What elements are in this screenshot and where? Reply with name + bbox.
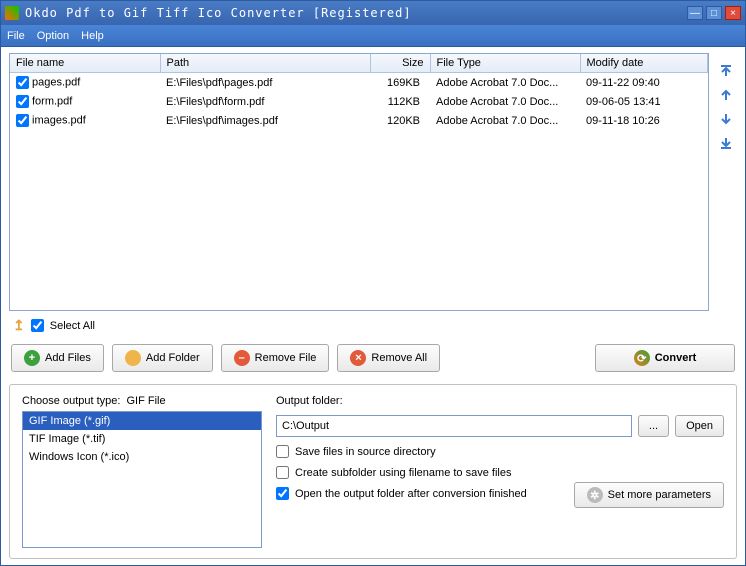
- output-type-list[interactable]: GIF Image (*.gif)TIF Image (*.tif)Window…: [22, 411, 262, 548]
- file-path: E:\Files\pdf\form.pdf: [160, 92, 370, 111]
- main-panel: File name Path Size File Type Modify dat…: [1, 47, 745, 565]
- folder-icon: [125, 350, 141, 366]
- row-checkbox[interactable]: [16, 95, 29, 108]
- col-filename[interactable]: File name: [10, 54, 160, 73]
- output-type-option[interactable]: TIF Image (*.tif): [23, 430, 261, 448]
- output-folder-column: Output folder: ... Open Save files in so…: [276, 395, 724, 548]
- current-type-label: GIF File: [126, 395, 165, 407]
- file-pane: File name Path Size File Type Modify dat…: [9, 53, 737, 311]
- subfolder-row: Create subfolder using filename to save …: [276, 466, 724, 479]
- file-path: E:\Files\pdf\pages.pdf: [160, 73, 370, 93]
- move-up-icon[interactable]: [717, 87, 735, 103]
- file-size: 169KB: [370, 73, 430, 93]
- file-type: Adobe Acrobat 7.0 Doc...: [430, 92, 580, 111]
- col-path[interactable]: Path: [160, 54, 370, 73]
- x-icon: ×: [350, 350, 366, 366]
- add-folder-label: Add Folder: [146, 352, 200, 364]
- file-size: 112KB: [370, 92, 430, 111]
- output-type-column: Choose output type: GIF File GIF Image (…: [22, 395, 262, 548]
- browse-button[interactable]: ...: [638, 415, 669, 437]
- add-files-button[interactable]: + Add Files: [11, 344, 104, 372]
- select-all-row: ↥ Select All: [9, 315, 737, 336]
- add-folder-button[interactable]: Add Folder: [112, 344, 213, 372]
- output-folder-input[interactable]: [276, 415, 632, 437]
- set-parameters-label: Set more parameters: [608, 489, 711, 501]
- output-folder-label: Output folder:: [276, 395, 724, 407]
- close-button[interactable]: ×: [725, 6, 741, 20]
- set-parameters-button[interactable]: ✲ Set more parameters: [574, 482, 724, 508]
- convert-button[interactable]: ⟳ Convert: [595, 344, 735, 372]
- params-row: ✲ Set more parameters: [276, 482, 724, 508]
- table-row[interactable]: pages.pdf E:\Files\pdf\pages.pdf169KBAdob…: [10, 73, 708, 93]
- toolbar: + Add Files Add Folder – Remove File × R…: [9, 340, 737, 376]
- minus-icon: –: [234, 350, 250, 366]
- row-checkbox[interactable]: [16, 76, 29, 89]
- gear-icon: ✲: [587, 487, 603, 503]
- move-down-icon[interactable]: [717, 111, 735, 127]
- table-row[interactable]: form.pdf E:\Files\pdf\form.pdf112KBAdobe …: [10, 92, 708, 111]
- file-date: 09-11-22 09:40: [580, 73, 708, 93]
- save-source-checkbox[interactable]: [276, 445, 289, 458]
- move-bottom-icon[interactable]: [717, 135, 735, 151]
- col-modify[interactable]: Modify date: [580, 54, 708, 73]
- move-top-icon[interactable]: [717, 63, 735, 79]
- file-name: images.pdf: [32, 114, 86, 126]
- remove-all-button[interactable]: × Remove All: [337, 344, 440, 372]
- col-filetype[interactable]: File Type: [430, 54, 580, 73]
- subfolder-checkbox[interactable]: [276, 466, 289, 479]
- select-all-checkbox[interactable]: [31, 319, 44, 332]
- table-row[interactable]: images.pdf E:\Files\pdf\images.pdf120KBAd…: [10, 111, 708, 130]
- file-name: form.pdf: [32, 95, 72, 107]
- subfolder-label[interactable]: Create subfolder using filename to save …: [295, 467, 511, 479]
- file-name: pages.pdf: [32, 76, 80, 88]
- up-arrow-icon: ↥: [13, 317, 25, 334]
- file-size: 120KB: [370, 111, 430, 130]
- menubar: File Option Help: [1, 25, 745, 47]
- file-type: Adobe Acrobat 7.0 Doc...: [430, 73, 580, 93]
- app-icon: [5, 6, 19, 20]
- plus-icon: +: [24, 350, 40, 366]
- convert-icon: ⟳: [634, 350, 650, 366]
- remove-file-button[interactable]: – Remove File: [221, 344, 330, 372]
- menu-help[interactable]: Help: [81, 30, 104, 42]
- choose-type-label: Choose output type:: [22, 395, 120, 407]
- save-source-label[interactable]: Save files in source directory: [295, 446, 436, 458]
- row-checkbox[interactable]: [16, 114, 29, 127]
- add-files-label: Add Files: [45, 352, 91, 364]
- grid-header-row: File name Path Size File Type Modify dat…: [10, 54, 708, 73]
- titlebar: Okdo Pdf to Gif Tiff Ico Converter [Regi…: [1, 1, 745, 25]
- reorder-arrows: [715, 53, 737, 311]
- file-type: Adobe Acrobat 7.0 Doc...: [430, 111, 580, 130]
- remove-all-label: Remove All: [371, 352, 427, 364]
- output-type-option[interactable]: Windows Icon (*.ico): [23, 448, 261, 466]
- menu-file[interactable]: File: [7, 30, 25, 42]
- window-title: Okdo Pdf to Gif Tiff Ico Converter [Regi…: [25, 6, 684, 20]
- remove-file-label: Remove File: [255, 352, 317, 364]
- maximize-button[interactable]: □: [706, 6, 722, 20]
- file-grid: File name Path Size File Type Modify dat…: [10, 54, 708, 130]
- choose-type-row: Choose output type: GIF File: [22, 395, 262, 407]
- output-panel: Choose output type: GIF File GIF Image (…: [9, 384, 737, 559]
- col-size[interactable]: Size: [370, 54, 430, 73]
- save-source-row: Save files in source directory: [276, 445, 724, 458]
- file-path: E:\Files\pdf\images.pdf: [160, 111, 370, 130]
- app-window: Okdo Pdf to Gif Tiff Ico Converter [Regi…: [0, 0, 746, 566]
- output-folder-row: ... Open: [276, 415, 724, 437]
- file-date: 09-11-18 10:26: [580, 111, 708, 130]
- file-grid-wrapper: File name Path Size File Type Modify dat…: [9, 53, 709, 311]
- menu-option[interactable]: Option: [37, 30, 69, 42]
- output-type-option[interactable]: GIF Image (*.gif): [23, 412, 261, 430]
- convert-label: Convert: [655, 352, 697, 364]
- minimize-button[interactable]: —: [687, 6, 703, 20]
- file-date: 09-06-05 13:41: [580, 92, 708, 111]
- select-all-label[interactable]: Select All: [50, 320, 95, 332]
- open-folder-button[interactable]: Open: [675, 415, 724, 437]
